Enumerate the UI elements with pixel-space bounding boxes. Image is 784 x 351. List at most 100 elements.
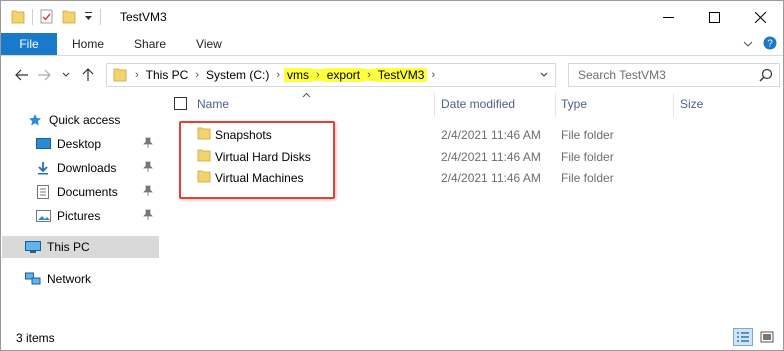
view-switcher [733,328,777,346]
breadcrumb-testvm3[interactable]: TestVM3 [374,68,428,82]
file-date: 2/4/2021 11:46 AM [441,171,541,185]
maximize-icon [708,11,720,23]
minimize-button[interactable] [645,1,691,33]
sidebar-item-label: Downloads [57,161,117,175]
sidebar-item-pictures[interactable]: Pictures [35,205,157,227]
column-divider[interactable] [673,93,674,117]
sidebar-item-downloads[interactable]: Downloads [35,157,157,179]
tab-view[interactable]: View [181,33,237,55]
large-icons-view-icon [760,331,774,343]
address-history-dropdown[interactable] [533,64,555,86]
sidebar-item-label: Desktop [57,137,102,151]
window-controls [645,1,783,33]
breadcrumb-separator[interactable]: › [427,69,439,81]
search-input[interactable]: Search TestVM3 [569,68,666,82]
star-icon [27,112,43,128]
breadcrumb-export[interactable]: export [323,68,364,82]
tab-file[interactable]: File [1,33,57,55]
column-date-modified[interactable]: Date modified [441,97,515,111]
search-icon[interactable] [750,68,773,85]
folder-icon[interactable] [11,8,25,27]
maximize-button[interactable] [691,1,737,33]
sidebar-item-label: This PC [47,240,90,254]
computer-icon [25,239,41,255]
title-bar: TestVM3 [1,1,783,33]
customize-toolbar-icon[interactable] [84,10,93,24]
sidebar-item-desktop[interactable]: Desktop [35,133,157,155]
sidebar-item-label: Documents [57,185,118,199]
up-arrow-icon [82,68,94,81]
network-icon [25,271,41,287]
navigation-pane: Quick access Desktop Downloads Documents… [1,93,161,321]
details-view-button[interactable] [733,328,753,346]
ribbon-tabs: File Home Share View ? [1,33,783,56]
breadcrumb-separator[interactable]: › [272,69,284,81]
forward-button[interactable] [33,64,55,86]
sidebar-item-label: Quick access [49,113,121,127]
desktop-icon [35,136,51,152]
download-icon [35,160,51,176]
sidebar-item-network[interactable]: Network [25,268,91,290]
column-name[interactable]: Name [197,97,229,111]
file-date: 2/4/2021 11:46 AM [441,128,541,142]
column-type[interactable]: Type [561,97,587,111]
status-bar: 3 items [1,326,783,350]
breadcrumb-this-pc[interactable]: This PC [143,68,192,82]
window-title: TestVM3 [120,10,167,24]
select-all-checkbox[interactable] [174,97,187,110]
chevron-down-icon [540,72,548,77]
document-icon [35,184,51,200]
explorer-window: TestVM3 File Home Share View ? › This PC… [0,0,784,351]
separator [100,9,101,25]
separator [32,9,33,25]
pictures-icon [35,208,51,224]
file-date: 2/4/2021 11:46 AM [441,150,541,164]
sidebar-item-label: Pictures [57,209,101,223]
back-button[interactable] [11,64,33,86]
tab-home[interactable]: Home [57,33,119,55]
column-divider[interactable] [555,93,556,117]
column-size[interactable]: Size [680,97,703,111]
up-button[interactable] [77,64,99,86]
breadcrumb-vms[interactable]: vms [284,68,313,82]
column-divider[interactable] [434,93,435,117]
expand-ribbon-icon[interactable] [743,37,753,51]
details-view-icon [737,332,749,342]
sort-ascending-icon [302,87,311,101]
ribbon-right-controls: ? [743,33,783,55]
file-type: File folder [561,128,614,142]
navigation-bar: › This PC › System (C:) › vms › export ›… [1,57,783,93]
help-icon[interactable]: ? [763,36,777,53]
address-bar[interactable]: › This PC › System (C:) › vms › export ›… [106,63,556,87]
annotation-highlight-box [179,121,335,199]
breadcrumb-separator[interactable]: › [312,69,324,81]
close-button[interactable] [737,1,783,33]
quick-access-toolbar [11,8,108,27]
breadcrumb-separator[interactable]: › [191,69,203,81]
recent-locations-button[interactable] [55,64,77,86]
pin-icon[interactable] [143,185,153,200]
sidebar-item-quick-access[interactable]: Quick access [27,109,120,131]
pin-icon[interactable] [143,137,153,152]
pin-icon[interactable] [143,161,153,176]
properties-icon[interactable] [40,8,54,27]
file-list: Name Date modified Type Size Snapshots 2… [161,92,783,321]
chevron-down-icon [62,72,70,77]
breadcrumb-system-c[interactable]: System (C:) [203,68,272,82]
sidebar-item-this-pc[interactable]: This PC [2,236,159,258]
file-type: File folder [561,171,614,185]
minimize-icon [662,16,674,18]
forward-arrow-icon [38,69,51,81]
sidebar-item-documents[interactable]: Documents [35,181,157,203]
large-icons-view-button[interactable] [757,328,777,346]
tab-share[interactable]: Share [119,33,181,55]
pin-icon[interactable] [143,209,153,224]
close-icon [754,11,766,23]
item-count: 3 items [16,331,55,345]
new-folder-icon[interactable] [62,8,76,27]
breadcrumb-separator[interactable]: › [363,69,375,81]
breadcrumb-separator[interactable]: › [131,69,143,81]
search-box[interactable]: Search TestVM3 [568,63,780,87]
column-headers: Name Date modified Type Size [161,92,783,117]
back-arrow-icon [15,69,28,81]
